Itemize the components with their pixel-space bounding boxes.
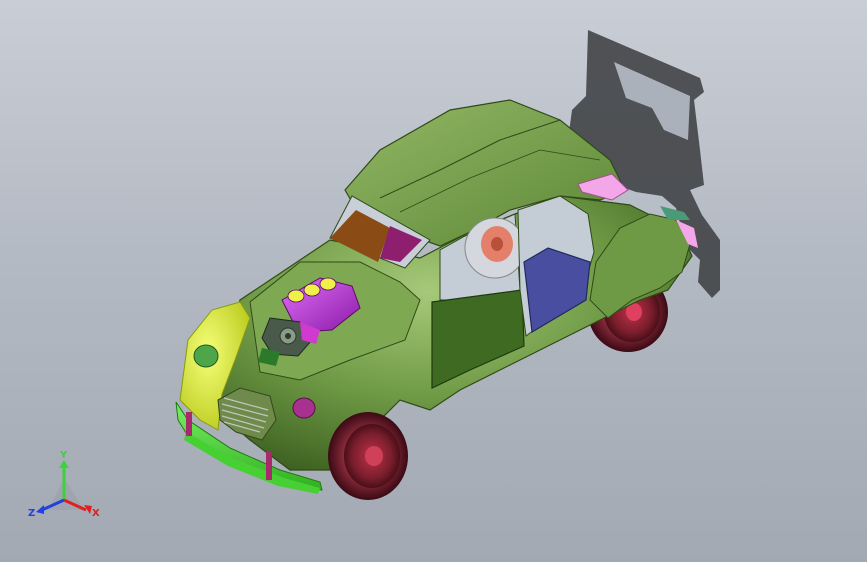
triad-x-label: X bbox=[92, 508, 100, 519]
triad-z-label: Z bbox=[28, 508, 35, 519]
triad-y-label: Y bbox=[59, 450, 68, 461]
graphics-viewport[interactable]: Y X Z bbox=[0, 0, 867, 562]
coordinate-triad: Y X Z bbox=[28, 450, 100, 519]
